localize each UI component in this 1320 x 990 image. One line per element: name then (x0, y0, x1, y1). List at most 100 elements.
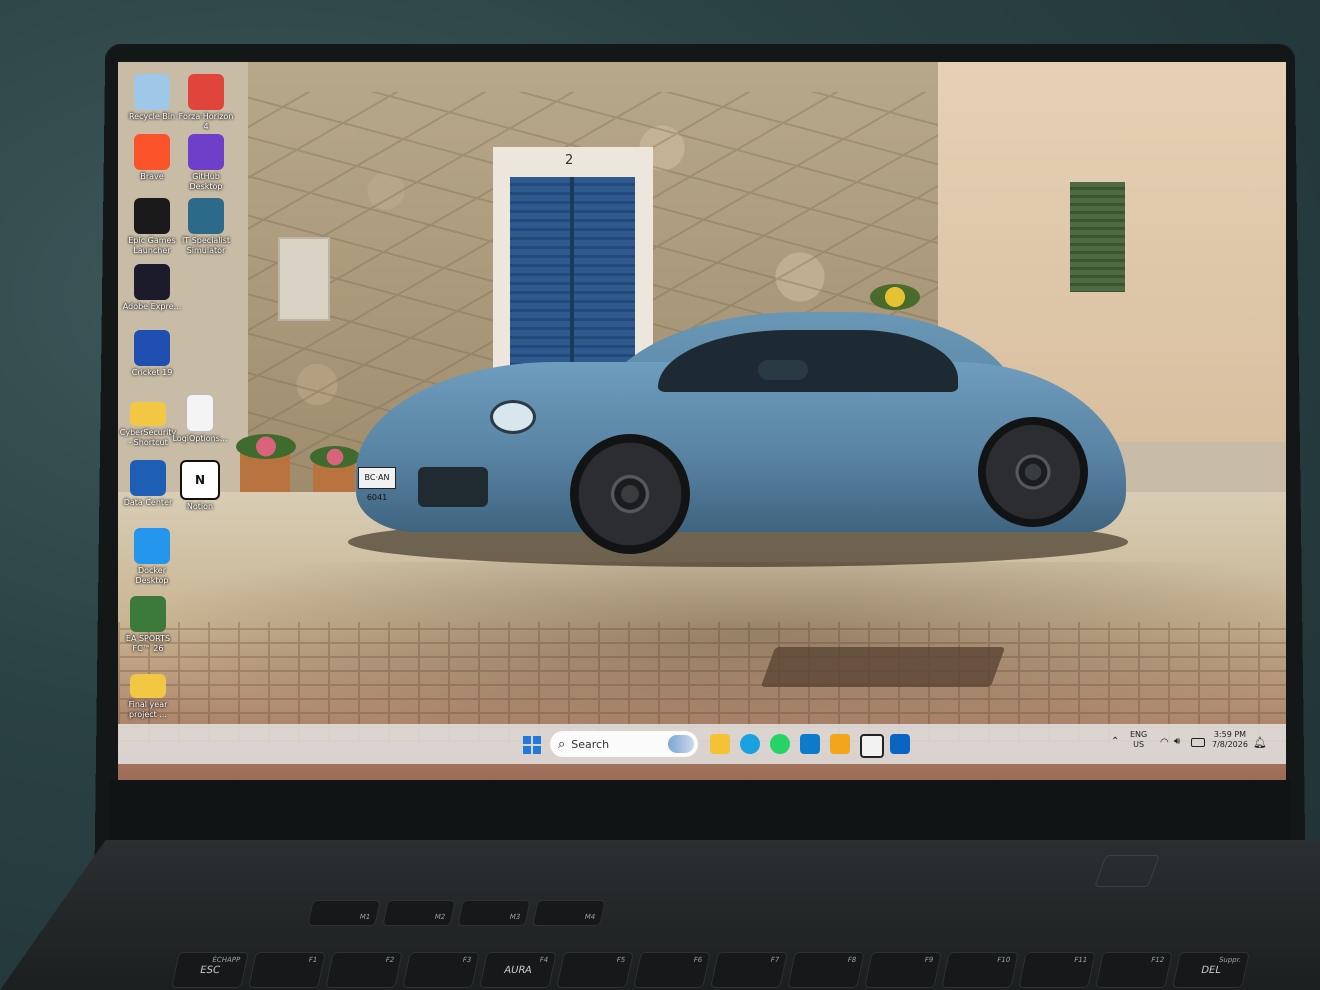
virtualbox-icon[interactable] (830, 734, 850, 754)
car-headlight (490, 400, 536, 434)
wallpaper-flowers (236, 434, 296, 459)
function-key-f4[interactable]: AURA F4 (479, 952, 557, 988)
function-key-f1[interactable]: F1 (248, 952, 326, 988)
key-sub-legend: F8 (846, 956, 857, 964)
desktop-icon-github[interactable]: GitHub Desktop (176, 134, 236, 192)
show-hidden-icons-chevron[interactable]: ⌃ (1111, 736, 1119, 747)
power-button[interactable] (1094, 855, 1160, 887)
recycle-bin-icon (134, 74, 170, 110)
function-key-f7[interactable]: F7 (710, 952, 788, 988)
github-icon (188, 134, 224, 170)
function-key-suppr[interactable]: DEL Suppr. (1172, 952, 1250, 988)
desktop-icon-label: Notion (186, 502, 214, 511)
desktop-icon-epic-games[interactable]: Epic Games Launcher (122, 198, 182, 256)
keyboard-deck: M1 M2 M3 M4 ESC ÉCHAPP F1 F2 F3 AURA F4 F5 F6 F7 F8 F9… (0, 840, 1320, 990)
search-label: Search (571, 737, 610, 751)
key-sub-legend: ÉCHAPP (211, 956, 241, 964)
adobe-express-icon (134, 264, 170, 300)
desktop-icon-label: LogiOptions... (172, 434, 228, 443)
brave-icon (134, 134, 170, 170)
language-indicator[interactable]: ENG US (1130, 730, 1147, 750)
door-number: 2 (565, 153, 574, 168)
key-sub-legend: F11 (1073, 956, 1088, 964)
clock[interactable]: 3:59 PM 7/8/2026 (1212, 730, 1248, 750)
desktop-icon-folder[interactable]: Final year project ... (118, 666, 178, 720)
function-key-f5[interactable]: F5 (556, 952, 634, 988)
desktop-icon-cricket[interactable]: Cricket 19 (122, 330, 182, 378)
data-center-icon (130, 460, 166, 496)
key-sub-legend: F7 (769, 956, 780, 964)
search-highlight-icon (668, 735, 694, 753)
desktop-icon-brave[interactable]: Brave (122, 134, 182, 182)
key-legend: M2 (433, 913, 446, 921)
it-simulator-icon (188, 198, 224, 234)
macro-key-m1[interactable]: M1 (307, 900, 381, 926)
epic-games-icon (134, 198, 170, 234)
key-sub-legend: F10 (996, 956, 1011, 964)
whatsapp-icon[interactable] (770, 734, 790, 754)
function-key-chapp[interactable]: ESC ÉCHAPP (171, 952, 249, 988)
ea-fc-icon (130, 596, 166, 632)
vscode-icon[interactable] (800, 734, 820, 754)
desktop-icon-label: Final year project ... (128, 700, 168, 719)
desktop-icon-data-center[interactable]: Data Center (118, 460, 178, 508)
desktop-icon-ea-fc[interactable]: EA SPORTS FC™ 26 (118, 596, 178, 654)
function-key-f6[interactable]: F6 (633, 952, 711, 988)
key-sub-legend: F2 (384, 956, 395, 964)
car-front-grille (418, 467, 488, 507)
desktop-icon-label: Brave (140, 172, 164, 181)
desktop-icon-recycle-bin[interactable]: Recycle Bin (122, 74, 182, 122)
function-key-f2[interactable]: F2 (325, 952, 403, 988)
function-key-f3[interactable]: F3 (402, 952, 480, 988)
notification-bell-icon[interactable]: 🔔︎ (1253, 736, 1267, 749)
notion-icon: N (180, 460, 220, 500)
battery-icon[interactable] (1191, 738, 1205, 747)
desktop-icon-folder[interactable]: CyberSecurity - Shortcut (118, 394, 178, 448)
desktop-icon-adobe-express[interactable]: Adobe Expre... (122, 264, 182, 312)
start-button[interactable] (523, 736, 541, 754)
function-key-f12[interactable]: F12 (1095, 952, 1173, 988)
function-key-f9[interactable]: F9 (864, 952, 942, 988)
docker-icon (134, 528, 170, 564)
wallpaper-manhole (760, 647, 1006, 687)
desktop-icon-docker[interactable]: Docker Desktop (122, 528, 182, 586)
key-main-legend: AURA (503, 964, 533, 976)
function-key-f10[interactable]: F10 (941, 952, 1019, 988)
desktop-icon-notion[interactable]: N Notion (170, 460, 230, 512)
key-sub-legend: F1 (307, 956, 318, 964)
desktop-icon-it-simulator[interactable]: IT Specialist Simulator (176, 198, 236, 256)
notion-icon[interactable] (860, 734, 884, 758)
taskbar: ⌕ Search ⌃ ENG US ◠ 🔊︎ 3:59 PM 7/8/2026 … (118, 724, 1286, 764)
forza-icon (188, 74, 224, 110)
laptop-bezel-chin (110, 780, 1290, 840)
desktop-icon-forza[interactable]: Forza Horizon 4 (176, 74, 236, 132)
key-sub-legend: F5 (615, 956, 626, 964)
desktop-icon-label: Recycle Bin (128, 112, 176, 121)
keyboard-layout: US (1133, 740, 1145, 749)
macro-key-m2[interactable]: M2 (382, 900, 456, 926)
wallpaper-yellow-flowers (870, 284, 920, 310)
key-legend: M4 (583, 913, 596, 921)
wifi-icon[interactable]: ◠ (1160, 737, 1169, 748)
outlook-icon[interactable] (890, 734, 910, 754)
key-sub-legend: F3 (461, 956, 472, 964)
car-mirror (758, 360, 808, 380)
taskbar-search-box[interactable]: ⌕ Search (550, 731, 698, 757)
volume-icon[interactable]: 🔊︎ (1174, 736, 1180, 747)
macro-key-m4[interactable]: M4 (532, 900, 606, 926)
function-key-f11[interactable]: F11 (1018, 952, 1096, 988)
desktop-icon-label: Docker Desktop (135, 566, 169, 585)
desktop-icon-label: GitHub Desktop (189, 172, 223, 191)
windows-logo-tile (523, 746, 531, 754)
edge-icon[interactable] (740, 734, 760, 754)
desktop-icon-file[interactable]: LogiOptions... (170, 394, 230, 444)
function-key-f8[interactable]: F8 (787, 952, 865, 988)
car-front-wheel (570, 434, 690, 554)
file-icon (186, 394, 214, 432)
folder-icon (130, 674, 166, 698)
car-license-plate: BC·AN 6041 (358, 467, 396, 502)
key-main-legend: DEL (1200, 964, 1222, 976)
file-explorer-icon[interactable] (710, 734, 730, 754)
macro-key-m3[interactable]: M3 (457, 900, 531, 926)
key-sub-legend: Suppr. (1218, 956, 1242, 964)
